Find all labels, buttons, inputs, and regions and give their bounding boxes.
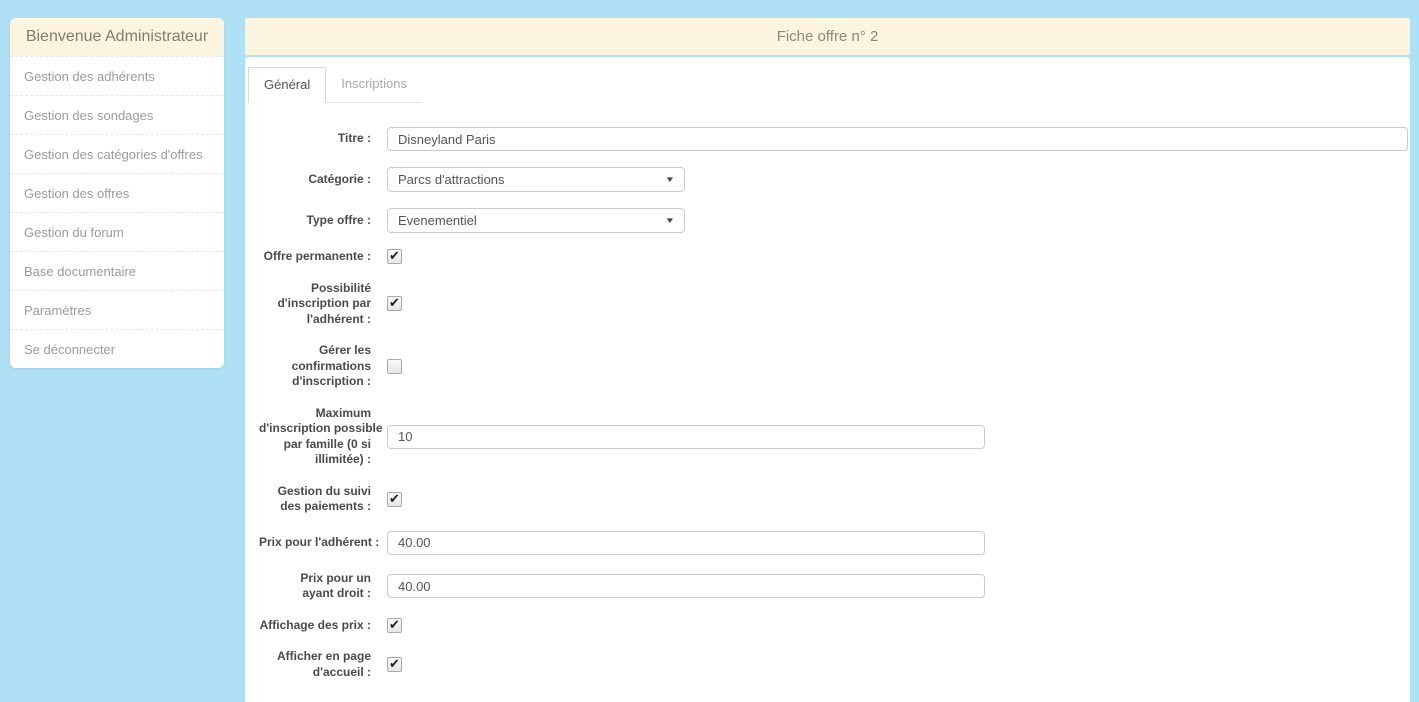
- categorie-selected-value: Parcs d'attractions: [398, 172, 505, 187]
- offre-permanente-label: Offre permanente :: [259, 249, 371, 265]
- tab-inscriptions[interactable]: Inscriptions: [326, 67, 422, 102]
- form-row-afficher-accueil: Afficher en page d'accueil :: [247, 649, 1410, 680]
- form-row-prix-adherent: Prix pour l'adhérent :: [247, 531, 1410, 555]
- offer-form-panel: Général Inscriptions Titre : Catégorie :…: [245, 57, 1410, 702]
- type-offre-selected-value: Evenementiel: [398, 213, 477, 228]
- offre-permanente-checkbox[interactable]: [387, 249, 402, 264]
- sidebar-item-se-deconnecter[interactable]: Se déconnecter: [10, 329, 224, 368]
- form-row-affichage-prix: Affichage des prix :: [247, 618, 1410, 634]
- form-row-suivi-paiements: Gestion du suivi des paiements :: [247, 484, 1410, 515]
- form-row-confirmations-inscription: Gérer les confirmations d'inscription :: [247, 343, 1410, 390]
- sidebar-item-gestion-sondages[interactable]: Gestion des sondages: [10, 95, 224, 134]
- sidebar: Bienvenue Administrateur Gestion des adh…: [10, 18, 224, 368]
- chevron-down-icon: ▼: [665, 216, 675, 225]
- possibilite-inscription-checkbox[interactable]: [387, 296, 402, 311]
- affichage-prix-checkbox[interactable]: [387, 618, 402, 633]
- titre-input[interactable]: [387, 127, 1408, 151]
- possibilite-inscription-label: Possibilité d'inscription par l'adhérent…: [259, 281, 371, 328]
- type-offre-label: Type offre :: [259, 213, 371, 229]
- afficher-accueil-label: Afficher en page d'accueil :: [259, 649, 371, 680]
- chevron-down-icon: ▼: [665, 175, 675, 184]
- prix-ayant-droit-input[interactable]: [387, 574, 985, 598]
- sidebar-item-gestion-adherents[interactable]: Gestion des adhérents: [10, 56, 224, 95]
- tab-general[interactable]: Général: [248, 67, 326, 103]
- form-row-type-offre: Type offre : Evenementiel ▼: [247, 208, 1410, 233]
- categorie-select[interactable]: Parcs d'attractions ▼: [387, 167, 685, 192]
- sidebar-welcome-title: Bienvenue Administrateur: [10, 18, 224, 56]
- form-row-maximum-inscription: Maximum d'inscription possible par famil…: [247, 406, 1410, 468]
- affichage-prix-label: Affichage des prix :: [259, 618, 371, 634]
- afficher-accueil-checkbox[interactable]: [387, 657, 402, 672]
- tab-bar: Général Inscriptions: [248, 67, 422, 103]
- form-row-prix-ayant-droit: Prix pour un ayant droit :: [247, 571, 1410, 602]
- confirmations-inscription-label: Gérer les confirmations d'inscription :: [259, 343, 371, 390]
- suivi-paiements-checkbox[interactable]: [387, 492, 402, 507]
- sidebar-item-gestion-forum[interactable]: Gestion du forum: [10, 212, 224, 251]
- sidebar-item-gestion-categories-offres[interactable]: Gestion des catégories d'offres: [10, 134, 224, 173]
- sidebar-item-parametres[interactable]: Paramètres: [10, 290, 224, 329]
- suivi-paiements-label: Gestion du suivi des paiements :: [259, 484, 371, 515]
- main-panel: Fiche offre n° 2 Général Inscriptions Ti…: [245, 18, 1410, 702]
- sidebar-item-base-documentaire[interactable]: Base documentaire: [10, 251, 224, 290]
- form-row-categorie: Catégorie : Parcs d'attractions ▼: [247, 167, 1410, 192]
- categorie-label: Catégorie :: [259, 172, 371, 188]
- confirmations-inscription-checkbox[interactable]: [387, 359, 402, 374]
- prix-adherent-input[interactable]: [387, 531, 985, 555]
- prix-adherent-label: Prix pour l'adhérent :: [259, 535, 371, 551]
- titre-label: Titre :: [259, 131, 371, 147]
- form-row-titre: Titre :: [247, 127, 1410, 151]
- prix-ayant-droit-label: Prix pour un ayant droit :: [259, 571, 371, 602]
- maximum-inscription-input[interactable]: [387, 425, 985, 449]
- form-row-offre-permanente: Offre permanente :: [247, 249, 1410, 265]
- page-title: Fiche offre n° 2: [245, 18, 1410, 55]
- offer-form: Titre : Catégorie : Parcs d'attractions …: [247, 127, 1410, 680]
- type-offre-select[interactable]: Evenementiel ▼: [387, 208, 685, 233]
- sidebar-item-gestion-offres[interactable]: Gestion des offres: [10, 173, 224, 212]
- form-row-possibilite-inscription: Possibilité d'inscription par l'adhérent…: [247, 281, 1410, 328]
- maximum-inscription-label: Maximum d'inscription possible par famil…: [259, 406, 371, 468]
